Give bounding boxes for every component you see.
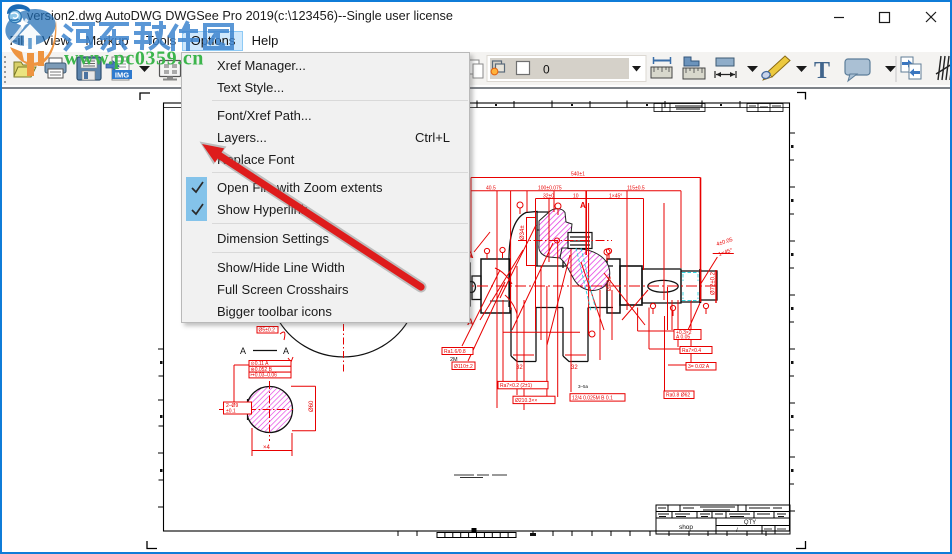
svg-text:IMG: IMG	[115, 71, 129, 80]
svg-text:0: 0	[543, 63, 550, 77]
svg-text:T: T	[814, 58, 830, 84]
